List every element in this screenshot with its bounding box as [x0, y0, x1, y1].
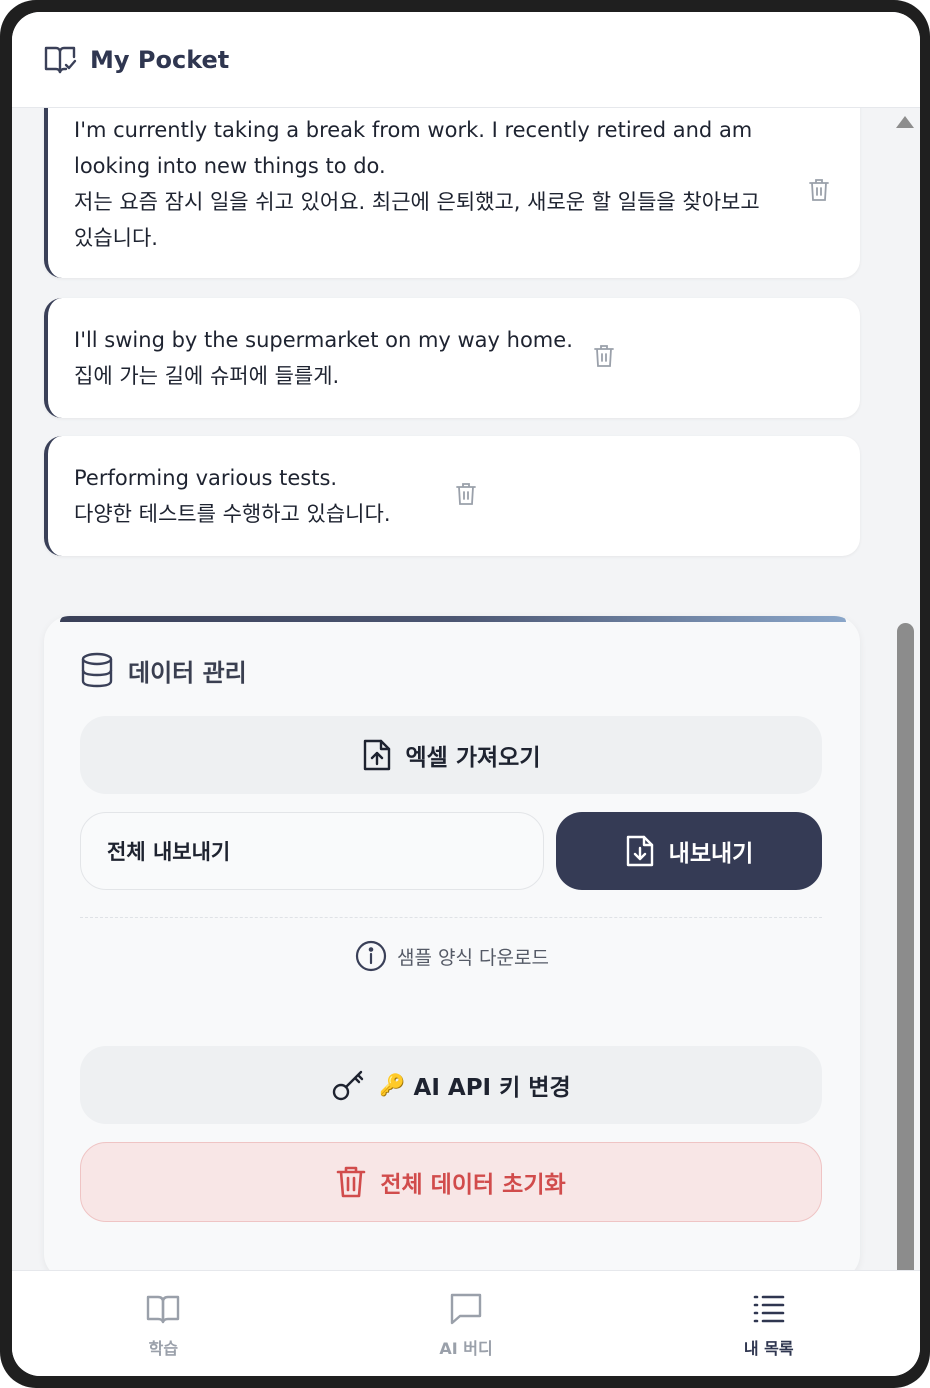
device-frame: My Pocket I'm currently taking a break f…: [0, 0, 930, 1388]
app-title: My Pocket: [90, 45, 230, 74]
key-emoji-icon: 🔑: [379, 1072, 406, 1097]
export-scope-value: 전체 내보내기: [107, 840, 231, 864]
chat-icon: [450, 1293, 482, 1325]
panel-accent-bar: [60, 616, 846, 622]
sentence-english: I'm currently taking a break from work. …: [74, 118, 753, 178]
export-scope-select[interactable]: 전체 내보내기: [80, 812, 544, 890]
section-divider: [80, 917, 822, 918]
info-icon: [355, 940, 387, 972]
trash-icon: [337, 1166, 366, 1198]
app-screen: My Pocket I'm currently taking a break f…: [12, 12, 920, 1376]
data-management-panel: 데이터 관리 엑셀 가져오기 전체 내보내기 내보내기 샘플 양식 다운로드 🔑…: [44, 616, 860, 1270]
delete-sentence-icon[interactable]: [455, 482, 477, 506]
book-check-icon: [44, 46, 77, 73]
sentence-korean: 다양한 테스트를 수행하고 있습니다.: [74, 502, 391, 526]
reset-all-data-button[interactable]: 전체 데이터 초기화: [80, 1142, 822, 1222]
nav-tab-label: 학습: [148, 1339, 179, 1358]
nav-tab-label: 내 목록: [743, 1339, 794, 1358]
export-button[interactable]: 내보내기: [556, 812, 822, 890]
database-icon: [81, 652, 113, 688]
list-icon: [753, 1295, 784, 1323]
key-icon: [333, 1070, 364, 1101]
sample-template-download-link[interactable]: 샘플 양식 다운로드: [44, 940, 860, 972]
book-icon: [147, 1295, 180, 1324]
file-upload-icon: [363, 739, 390, 771]
change-api-key-button[interactable]: 🔑 AI API 키 변경: [80, 1046, 822, 1124]
sentence-english: I'll swing by the supermarket on my way …: [74, 328, 573, 352]
app-header: My Pocket: [12, 12, 920, 108]
sentence-card[interactable]: I'm currently taking a break from work. …: [44, 108, 860, 278]
scroll-up-arrow[interactable]: [896, 116, 914, 128]
saved-sentences-list[interactable]: I'm currently taking a break from work. …: [12, 108, 920, 1270]
export-label: 내보내기: [668, 841, 754, 867]
sample-template-label: 샘플 양식 다운로드: [397, 946, 549, 969]
sentence-korean: 집에 가는 길에 슈퍼에 들를게.: [74, 364, 340, 388]
sentence-korean: 저는 요즘 잠시 일을 쉬고 있어요. 최근에 은퇴했고, 새로운 할 일들을 …: [74, 190, 760, 250]
nav-tab-ai-buddy[interactable]: AI 버디: [315, 1271, 618, 1376]
sentence-english: Performing various tests.: [74, 466, 338, 490]
section-header: 데이터 관리: [80, 652, 247, 688]
nav-tab-study[interactable]: 학습: [12, 1271, 315, 1376]
change-api-key-label: AI API 키 변경: [413, 1075, 571, 1101]
reset-all-data-label: 전체 데이터 초기화: [380, 1172, 566, 1198]
sentence-card[interactable]: Performing various tests. 다양한 테스트를 수행하고 …: [44, 436, 860, 556]
bottom-navigation: 학습 AI 버디 내 목록: [12, 1270, 920, 1376]
delete-sentence-icon[interactable]: [808, 178, 830, 202]
nav-tab-label: AI 버디: [439, 1339, 493, 1358]
import-excel-button[interactable]: 엑셀 가져오기: [80, 716, 822, 794]
sentence-card[interactable]: I'll swing by the supermarket on my way …: [44, 298, 860, 418]
delete-sentence-icon[interactable]: [593, 344, 615, 368]
file-download-icon: [626, 835, 653, 867]
scrollbar-thumb[interactable]: [897, 623, 914, 1270]
import-excel-label: 엑셀 가져오기: [405, 745, 541, 771]
nav-tab-my-list[interactable]: 내 목록: [617, 1271, 920, 1376]
section-title: 데이터 관리: [128, 658, 247, 687]
